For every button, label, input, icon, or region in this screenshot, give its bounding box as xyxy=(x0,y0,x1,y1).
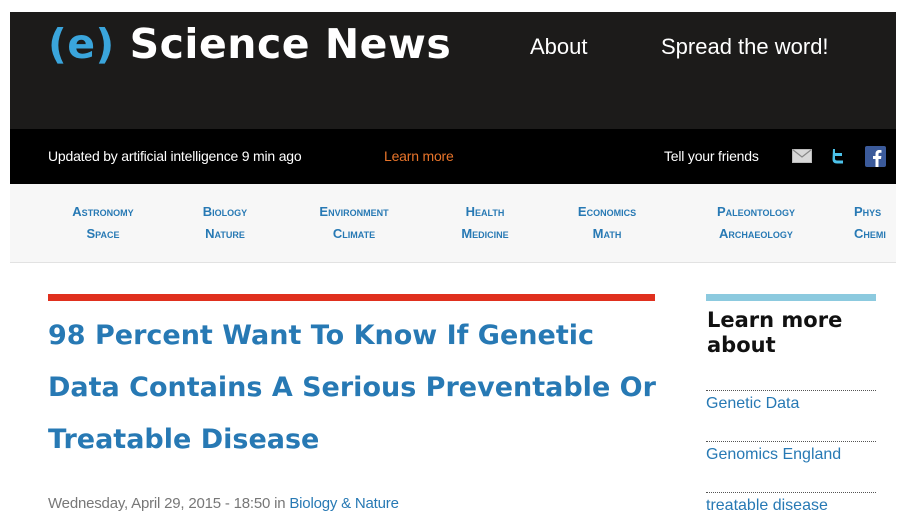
category-line2: Medicine xyxy=(461,226,509,241)
article-headline: 98 Percent Want To Know If Genetic Data … xyxy=(48,320,656,455)
mail-icon[interactable] xyxy=(792,149,812,163)
category-line2: Space xyxy=(86,226,120,241)
sidebar-top-rule xyxy=(706,294,876,301)
learn-more-link[interactable]: Learn more xyxy=(384,148,454,164)
category-line1: Economics xyxy=(577,204,637,219)
sidebar-link-genetic-data[interactable]: Genetic Data xyxy=(706,390,876,413)
nav-link-about[interactable]: About xyxy=(530,34,588,60)
category-biology-nature[interactable]: Biology Nature xyxy=(182,201,268,245)
category-nav: Astronomy Space Biology Nature Environme… xyxy=(10,184,896,263)
category-line1: Paleontology xyxy=(716,204,795,219)
category-economics-math[interactable]: Economics Math xyxy=(554,201,660,245)
page: (e) Science News About Spread the word! … xyxy=(0,0,908,516)
category-environment-climate[interactable]: Environment Climate xyxy=(292,201,416,245)
status-bar: Updated by artificial intelligence 9 min… xyxy=(10,129,896,184)
category-line2: Archaeology xyxy=(719,226,793,241)
logo-text: Science News xyxy=(129,20,452,68)
category-paleontology-archaeology[interactable]: Paleontology Archaeology xyxy=(683,201,829,245)
article-category-link[interactable]: Biology & Nature xyxy=(289,495,399,512)
category-line1: Health xyxy=(465,204,505,219)
site-logo[interactable]: (e) Science News xyxy=(48,20,451,68)
category-line2: Climate xyxy=(332,226,376,241)
category-astronomy-space[interactable]: Astronomy Space xyxy=(48,201,158,245)
article-dateline: Wednesday, April 29, 2015 - 18:50 in Bio… xyxy=(48,495,399,512)
category-line2: Math xyxy=(592,226,622,241)
left-gutter xyxy=(0,0,10,516)
category-line1: Biology xyxy=(202,204,248,219)
category-line2: Nature xyxy=(205,226,245,241)
nav-link-spread-the-word[interactable]: Spread the word! xyxy=(661,34,829,60)
tell-friends-label: Tell your friends xyxy=(664,148,759,164)
facebook-icon[interactable] xyxy=(865,146,886,167)
category-line1: Environment xyxy=(319,204,389,219)
sidebar-title: Learn more about xyxy=(707,308,843,357)
sidebar-link-genomics-england[interactable]: Genomics England xyxy=(706,441,876,464)
twitter-icon[interactable] xyxy=(828,147,848,165)
site-header: (e) Science News About Spread the word! xyxy=(10,12,896,129)
update-status-text: Updated by artificial intelligence 9 min… xyxy=(48,148,302,164)
right-gutter xyxy=(896,0,908,516)
logo-mark: (e) xyxy=(48,20,115,68)
category-line1: Astronomy xyxy=(72,204,134,219)
category-health-medicine[interactable]: Health Medicine xyxy=(440,201,530,245)
sidebar-link-treatable-disease[interactable]: treatable disease xyxy=(706,492,876,515)
article-top-rule xyxy=(48,294,655,301)
article-date: Wednesday, April 29, 2015 - 18:50 in xyxy=(48,495,290,512)
